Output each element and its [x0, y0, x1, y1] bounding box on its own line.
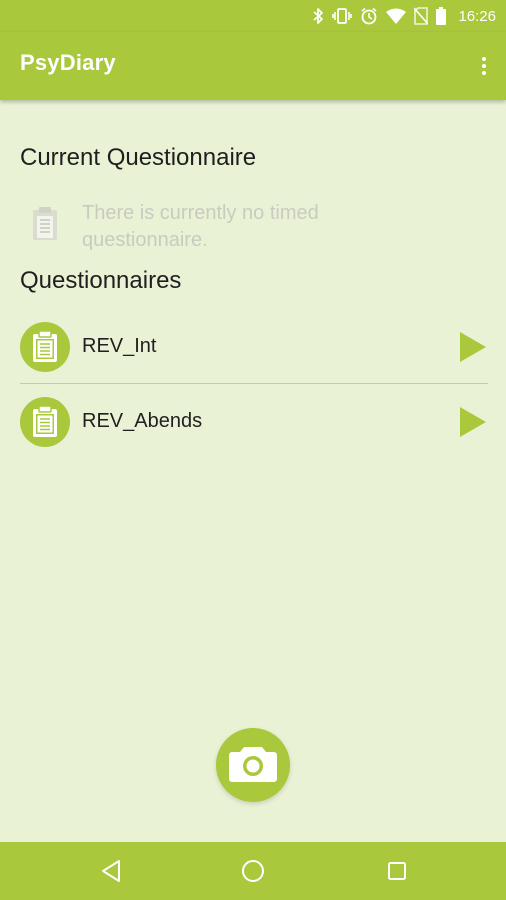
back-icon[interactable]	[96, 856, 126, 886]
empty-message: There is currently no timed questionnair…	[82, 202, 319, 251]
app-bar: PsyDiary	[0, 32, 506, 100]
status-clock: 16:26	[458, 7, 496, 25]
clipboard-icon	[20, 397, 70, 447]
overflow-menu-icon[interactable]	[476, 52, 492, 80]
recents-icon[interactable]	[382, 856, 412, 886]
questionnaires-heading: Questionnaires	[20, 267, 182, 294]
divider	[20, 383, 488, 384]
questionnaire-label: REV_Int	[82, 335, 157, 357]
clipboard-icon	[20, 322, 70, 372]
app-title: PsyDiary	[20, 50, 116, 75]
no-sim-icon	[414, 7, 429, 25]
play-icon[interactable]	[460, 407, 486, 437]
home-icon[interactable]	[238, 856, 268, 886]
clipboard-icon	[30, 206, 60, 247]
camera-icon	[228, 743, 278, 788]
vibrate-icon	[332, 7, 353, 25]
battery-icon	[436, 7, 447, 25]
status-bar: 16:26	[0, 0, 506, 32]
play-icon[interactable]	[460, 332, 486, 362]
current-questionnaire-heading: Current Questionnaire	[20, 144, 257, 171]
bluetooth-icon	[312, 7, 324, 25]
questionnaire-item[interactable]: REV_Abends	[20, 394, 488, 450]
empty-current-questionnaire: There is currently no timed questionnair…	[20, 200, 490, 254]
questionnaire-item[interactable]: REV_Int	[20, 319, 488, 375]
questionnaire-label: REV_Abends	[82, 410, 203, 432]
navigation-bar	[0, 842, 506, 900]
wifi-icon	[386, 8, 407, 24]
alarm-icon	[360, 7, 378, 25]
status-icons: 16:26	[312, 0, 496, 32]
camera-button[interactable]	[216, 728, 290, 802]
